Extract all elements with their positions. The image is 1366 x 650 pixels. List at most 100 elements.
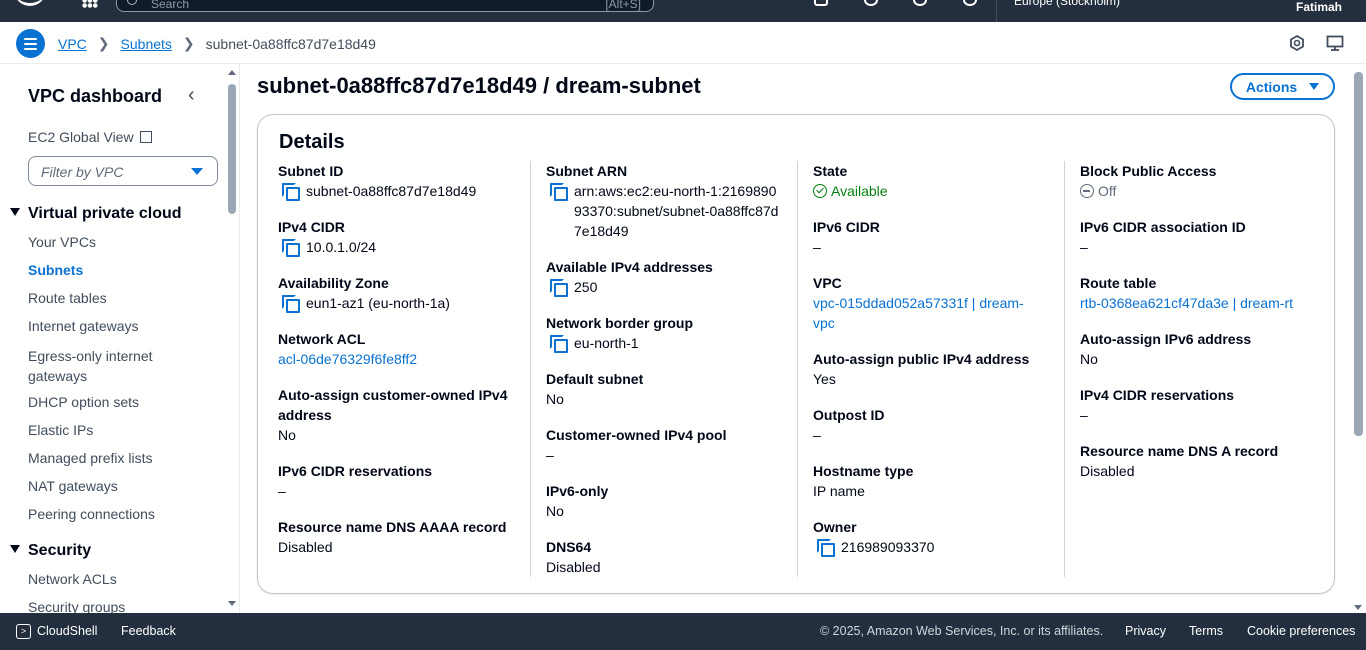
breadcrumb-bar: VPC ❯ Subnets ❯ subnet-0a88ffc87d7e18d49 (0, 22, 1366, 64)
detail-label: Default subnet (546, 371, 644, 387)
detail-value: 216989093370 (813, 537, 1043, 557)
sidebar-item-subnets[interactable]: Subnets (28, 262, 83, 278)
sidebar-scrollbar[interactable] (228, 70, 236, 606)
detail-value: Yes (813, 369, 1043, 389)
copy-icon[interactable] (550, 335, 568, 353)
detail-label: Subnet ID (278, 163, 344, 179)
detail-label: Subnet ARN (546, 163, 628, 179)
sidebar-item-internet-gateways[interactable]: Internet gateways (28, 318, 139, 334)
sidebar-item-nat-gateways[interactable]: NAT gateways (28, 478, 118, 494)
top-navigation: Search [Alt+S] Europe (Stockholm) Fatima… (0, 0, 1366, 22)
detail-value-text: – (1080, 239, 1088, 255)
cloudshell-icon[interactable]: > (16, 624, 31, 639)
detail-value-text: No (1080, 351, 1098, 367)
actions-button[interactable]: Actions (1230, 73, 1335, 100)
aws-logo[interactable] (14, 0, 46, 6)
region-selector[interactable]: Europe (Stockholm) (1014, 0, 1120, 8)
section-security[interactable]: Security (10, 542, 91, 560)
copy-icon[interactable] (817, 539, 835, 557)
terms-link[interactable]: Terms (1189, 624, 1223, 638)
detail-value-text[interactable]: vpc-015ddad052a57331f | dream-vpc (813, 295, 1024, 331)
search-input[interactable]: Search [Alt+S] (116, 0, 654, 12)
detail-value-text: Available (831, 183, 888, 199)
sidebar-item-your-vpcs[interactable]: Your VPCs (28, 234, 96, 250)
detail-field: Network border group eu-north-1 (546, 313, 782, 353)
detail-field: Auto-assign public IPv4 address Yes (813, 349, 1043, 389)
cloudshell-icon[interactable] (814, 0, 828, 6)
account-menu[interactable]: Fatimah (1296, 0, 1342, 14)
feedback-link[interactable]: Feedback (121, 624, 176, 638)
info-panel-icon[interactable] (1288, 34, 1306, 52)
chevron-right-icon: ❯ (97, 35, 110, 51)
detail-label: IPv4 CIDR (278, 219, 345, 235)
notifications-icon[interactable] (864, 0, 878, 6)
detail-field: IPv4 CIDR 10.0.1.0/24 (278, 217, 510, 257)
scroll-down-icon (1354, 605, 1362, 610)
detail-label: Resource name DNS A record (1080, 443, 1279, 459)
breadcrumb-vpc[interactable]: VPC (58, 36, 87, 52)
detail-value-text[interactable]: rtb-0368ea621cf47da3e | dream-rt (1080, 295, 1293, 311)
sidebar-item-egress-only-gateways[interactable]: Egress-only internet gateways (28, 346, 178, 386)
navigation-menu-button[interactable] (16, 29, 45, 58)
detail-value: No (278, 425, 510, 445)
status-success-icon (813, 184, 827, 198)
detail-field: Network ACL acl-06de76329f6fe8ff2 (278, 329, 510, 369)
detail-label: VPC (813, 275, 842, 291)
detail-field: IPv6 CIDR association ID – (1080, 217, 1310, 257)
detail-value-text: subnet-0a88ffc87d7e18d49 (306, 183, 477, 199)
detail-field: IPv6 CIDR reservations – (278, 461, 510, 501)
search-icon (127, 0, 137, 5)
sidebar-item-dhcp-option-sets[interactable]: DHCP option sets (28, 394, 139, 410)
detail-field: Hostname type IP name (813, 461, 1043, 501)
breadcrumb-subnets[interactable]: Subnets (121, 36, 172, 52)
detail-value: Disabled (278, 537, 510, 557)
detail-value-text: – (278, 483, 286, 499)
detail-label: Availability Zone (278, 275, 389, 291)
filter-by-vpc-select[interactable]: Filter by VPC (28, 156, 218, 186)
external-link-icon (139, 131, 152, 143)
help-icon[interactable] (913, 0, 927, 6)
column-divider (797, 161, 798, 577)
detail-field: Owner 216989093370 (813, 517, 1043, 557)
feedback-screen-icon[interactable] (1326, 34, 1344, 52)
detail-value[interactable]: vpc-015ddad052a57331f | dream-vpc (813, 293, 1043, 333)
detail-value-text: 250 (574, 279, 598, 295)
detail-value-text: – (1080, 407, 1088, 423)
detail-value[interactable]: rtb-0368ea621cf47da3e | dream-rt (1080, 293, 1310, 313)
detail-value: Available (813, 181, 1043, 201)
chevron-left-icon[interactable]: ‹ (188, 84, 195, 107)
detail-value: – (546, 445, 782, 465)
detail-field: Customer-owned IPv4 pool – (546, 425, 782, 465)
cloudshell-link[interactable]: CloudShell (37, 624, 97, 638)
copy-icon[interactable] (550, 279, 568, 297)
sidebar-item-peering-connections[interactable]: Peering connections (28, 506, 155, 522)
copy-icon[interactable] (282, 295, 300, 313)
detail-label: Block Public Access (1080, 163, 1217, 179)
detail-value-text[interactable]: acl-06de76329f6fe8ff2 (278, 351, 417, 367)
section-virtual-private-cloud[interactable]: Virtual private cloud (10, 205, 182, 223)
chevron-right-icon: ❯ (182, 35, 195, 51)
detail-value: – (1080, 405, 1310, 425)
copy-icon[interactable] (282, 183, 300, 201)
detail-value-text: Disabled (278, 539, 333, 555)
detail-label: Available IPv4 addresses (546, 259, 713, 275)
detail-value: Disabled (546, 557, 782, 577)
sidebar-item-ec2-global-view[interactable]: EC2 Global View (28, 129, 152, 145)
copy-icon[interactable] (550, 183, 568, 201)
copy-icon[interactable] (282, 239, 300, 257)
detail-value[interactable]: acl-06de76329f6fe8ff2 (278, 349, 510, 369)
detail-label: Resource name DNS AAAA record (278, 519, 507, 535)
sidebar-item-security-groups[interactable]: Security groups (28, 599, 125, 613)
sidebar-item-network-acls[interactable]: Network ACLs (28, 571, 117, 587)
sidebar-item-managed-prefix-lists[interactable]: Managed prefix lists (28, 450, 153, 466)
detail-value: Off (1080, 181, 1310, 201)
services-menu-icon[interactable] (82, 0, 98, 8)
detail-field: Resource name DNS A record Disabled (1080, 441, 1310, 481)
privacy-link[interactable]: Privacy (1125, 624, 1166, 638)
cookie-preferences-link[interactable]: Cookie preferences (1247, 624, 1355, 638)
detail-value: subnet-0a88ffc87d7e18d49 (278, 181, 510, 201)
sidebar-item-route-tables[interactable]: Route tables (28, 290, 107, 306)
sidebar-item-elastic-ips[interactable]: Elastic IPs (28, 422, 93, 438)
settings-icon[interactable] (963, 0, 977, 6)
main-scrollbar[interactable] (1354, 66, 1363, 610)
